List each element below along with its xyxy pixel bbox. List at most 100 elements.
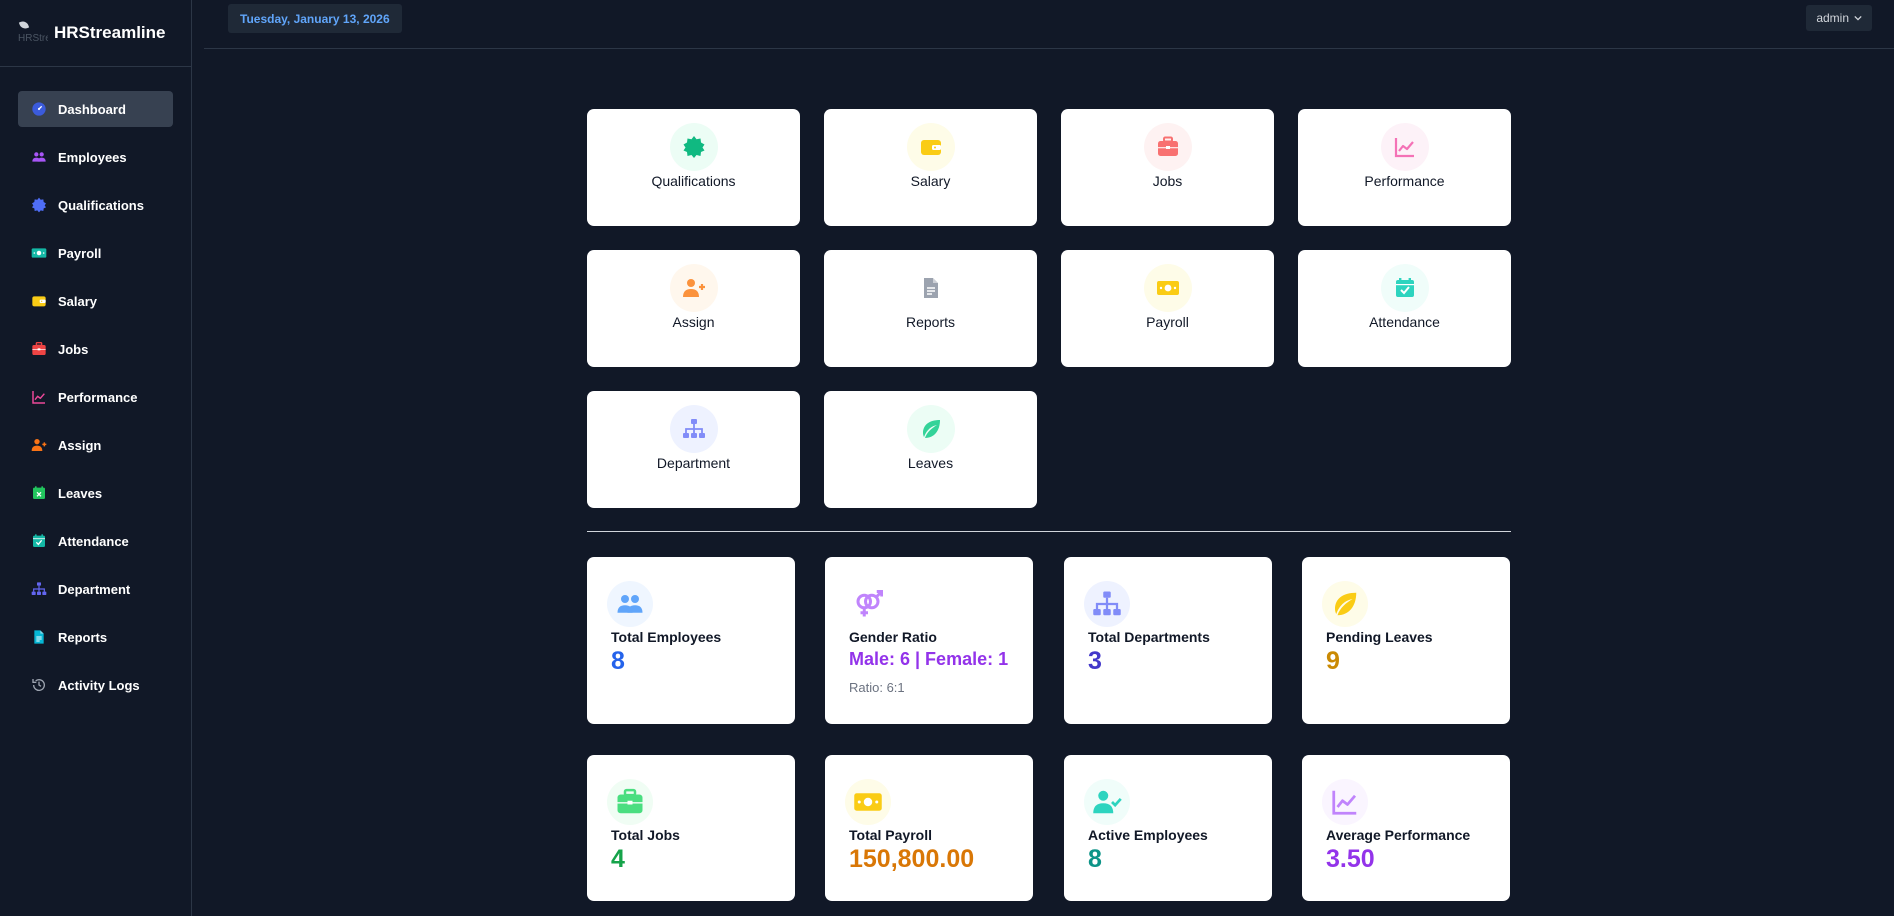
sidebar-item-label: Employees xyxy=(58,149,127,165)
chevron-down-icon xyxy=(1854,15,1862,21)
sidebar-item-label: Reports xyxy=(58,629,108,645)
tile-label: Reports xyxy=(905,314,956,330)
stat-card-active-employees: Active Employees 8 xyxy=(1064,755,1272,901)
quick-tile-reports[interactable]: Reports xyxy=(824,250,1037,367)
users-icon xyxy=(32,152,46,162)
stat-icon xyxy=(845,581,891,627)
money-icon xyxy=(31,248,47,258)
sidebar-item-qualifications[interactable]: Qualifications xyxy=(18,187,173,223)
calendar-check-icon xyxy=(33,534,45,547)
quick-tile-attendance[interactable]: Attendance xyxy=(1298,250,1511,367)
money-icon-wrap xyxy=(30,244,48,262)
tile-label: Assign xyxy=(672,314,715,330)
sidebar-item-leaves[interactable]: Leaves xyxy=(18,475,173,511)
brand[interactable]: HRStre HRStreamline xyxy=(0,0,191,67)
sidebar-item-label: Dashboard xyxy=(58,101,126,117)
tile-icon xyxy=(669,405,718,453)
stat-icon xyxy=(1322,581,1368,627)
quick-tile-department[interactable]: Department xyxy=(587,391,800,508)
certificate-icon-wrap xyxy=(30,196,48,214)
sidebar-item-department[interactable]: Department xyxy=(18,571,173,607)
sidebar-item-jobs[interactable]: Jobs xyxy=(18,331,173,367)
user-plus-icon-wrap xyxy=(30,436,48,454)
quick-tile-assign[interactable]: Assign xyxy=(587,250,800,367)
tile-label: Payroll xyxy=(1146,314,1189,330)
stat-label: Total Employees xyxy=(611,629,722,645)
chart-line-icon xyxy=(1394,138,1414,158)
section-divider xyxy=(587,531,1511,532)
stat-value: 4 xyxy=(611,845,625,873)
sidebar-item-label: Salary xyxy=(58,293,98,309)
chart-line-icon xyxy=(1332,790,1357,815)
quick-tile-qualifications[interactable]: Qualifications xyxy=(587,109,800,226)
tile-label: Leaves xyxy=(907,455,954,471)
stat-icon xyxy=(1084,779,1130,825)
tile-label: Performance xyxy=(1364,173,1445,189)
sidebar-item-salary[interactable]: Salary xyxy=(18,283,173,319)
tile-icon xyxy=(1380,123,1429,171)
sitemap-icon xyxy=(682,419,705,438)
quick-tile-performance[interactable]: Performance xyxy=(1298,109,1511,226)
quick-tile-payroll[interactable]: Payroll xyxy=(1061,250,1274,367)
tile-icon xyxy=(1380,264,1429,312)
current-date: Tuesday, January 13, 2026 xyxy=(228,4,402,33)
sidebar-item-payroll[interactable]: Payroll xyxy=(18,235,173,271)
sidebar-item-activity-logs[interactable]: Activity Logs xyxy=(18,667,173,703)
certificate-icon xyxy=(683,136,704,158)
tile-label: Jobs xyxy=(1152,173,1183,189)
sidebar-item-label: Jobs xyxy=(58,341,89,357)
stat-icon xyxy=(607,581,653,627)
money-icon xyxy=(854,793,882,811)
sidebar-item-label: Qualifications xyxy=(58,197,144,213)
stat-card-average-performance: Average Performance 3.50 xyxy=(1302,755,1510,901)
user-plus-icon xyxy=(682,279,705,297)
stat-icon xyxy=(845,779,891,825)
quick-tile-jobs[interactable]: Jobs xyxy=(1061,109,1274,226)
briefcase-icon xyxy=(617,788,643,814)
chart-line-icon xyxy=(32,391,45,404)
briefcase-icon xyxy=(32,342,46,355)
stat-icon xyxy=(1084,581,1130,627)
stat-card-total-jobs: Total Jobs 4 xyxy=(587,755,795,901)
briefcase-icon xyxy=(1157,136,1178,156)
sidebar-item-employees[interactable]: Employees xyxy=(18,139,173,175)
sidebar-item-label: Performance xyxy=(58,389,138,405)
users-icon xyxy=(617,595,643,613)
tile-icon xyxy=(669,264,718,312)
sidebar-item-performance[interactable]: Performance xyxy=(18,379,173,415)
topbar: Tuesday, January 13, 2026 admin xyxy=(204,0,1894,49)
stat-icon xyxy=(1322,779,1368,825)
tile-icon xyxy=(669,123,718,171)
sidebar-item-label: Activity Logs xyxy=(58,677,140,693)
user-menu-button[interactable]: admin xyxy=(1806,5,1872,31)
calendar-x-icon-wrap xyxy=(30,484,48,502)
tile-label: Salary xyxy=(910,173,951,189)
stat-value: 3.50 xyxy=(1326,845,1375,873)
sidebar-item-assign[interactable]: Assign xyxy=(18,427,173,463)
sidebar-item-label: Payroll xyxy=(58,245,102,261)
sidebar-item-label: Leaves xyxy=(58,485,103,501)
file-icon-wrap xyxy=(30,628,48,646)
dashboard-icon-wrap xyxy=(30,100,48,118)
brand-logo: HRStre xyxy=(18,21,48,45)
wallet-icon xyxy=(920,140,941,155)
certificate-icon xyxy=(32,197,46,213)
sidebar-item-attendance[interactable]: Attendance xyxy=(18,523,173,559)
history-icon-wrap xyxy=(30,676,48,694)
quick-tile-leaves[interactable]: Leaves xyxy=(824,391,1037,508)
sidebar-item-label: Attendance xyxy=(58,533,129,549)
quick-tile-salary[interactable]: Salary xyxy=(824,109,1037,226)
money-icon xyxy=(1156,281,1179,295)
sidebar-item-dashboard[interactable]: Dashboard xyxy=(18,91,173,127)
stat-icon xyxy=(607,779,653,825)
stat-value: 9 xyxy=(1326,647,1340,675)
tile-icon xyxy=(906,123,955,171)
file-icon xyxy=(34,630,44,644)
tile-icon xyxy=(1143,123,1192,171)
sitemap-icon xyxy=(1093,591,1121,616)
wallet-icon xyxy=(32,296,46,307)
user-plus-icon xyxy=(31,439,47,451)
sidebar-item-reports[interactable]: Reports xyxy=(18,619,173,655)
chart-line-icon-wrap xyxy=(30,388,48,406)
stat-card-pending-leaves: Pending Leaves 9 xyxy=(1302,557,1510,724)
